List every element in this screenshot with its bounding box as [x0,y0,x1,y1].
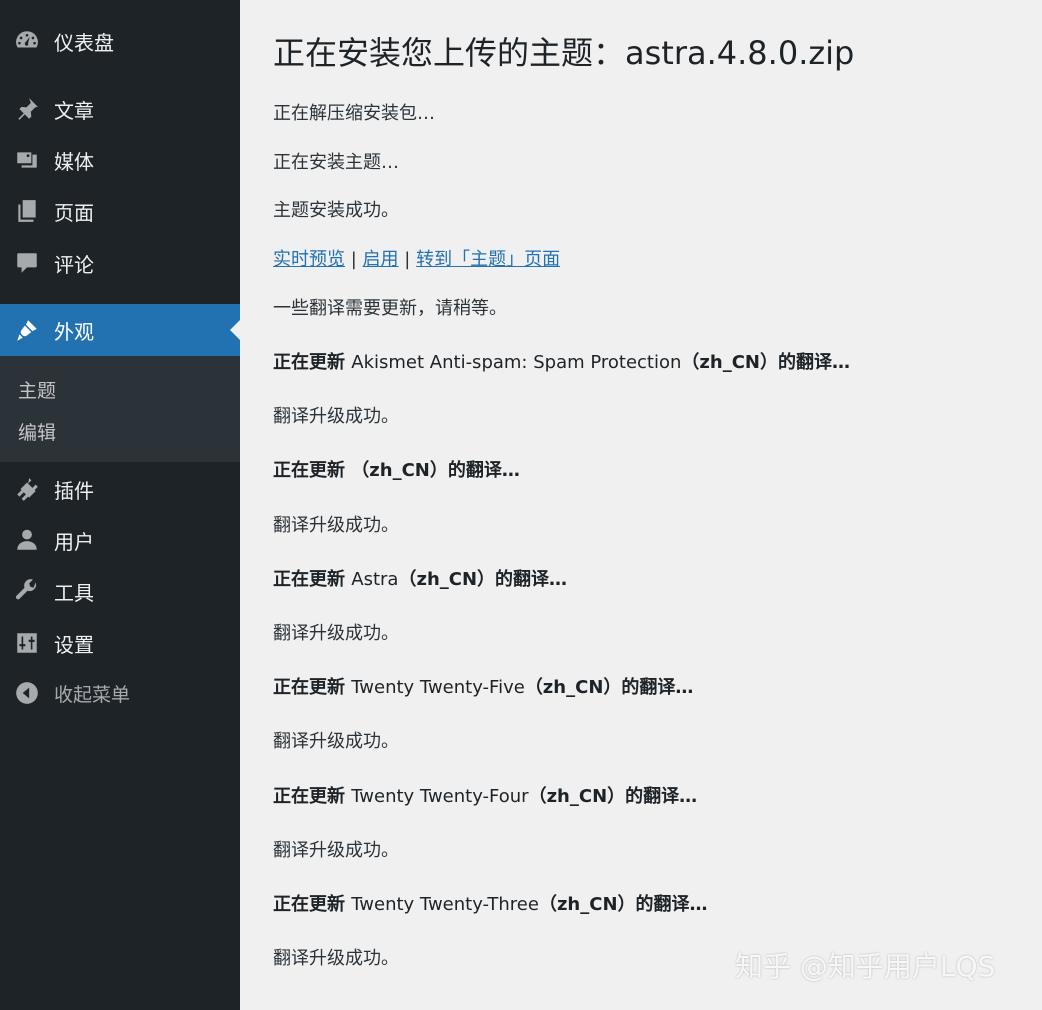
menu-tools[interactable]: 工具 [0,566,240,616]
update-result: 翻译升级成功。 [273,623,399,644]
status-success: 主题安装成功。 [273,200,399,221]
themes-page-link[interactable]: 转到「主题」页面 [416,249,560,270]
menu-comments[interactable]: 评论 [0,238,240,288]
page-title: 正在安装您上传的主题：astra.4.8.0.zip [273,34,855,72]
update-suffix: （zh_CN）的翻译… [528,786,698,807]
pages-icon [13,197,41,225]
menu-label: 用户 [54,529,94,554]
menu-settings[interactable]: 设置 [0,618,240,668]
status-unpacking: 正在解压缩安装包… [273,103,435,124]
update-suffix: （zh_CN）的翻译… [538,894,708,915]
watermark: 知乎 @知乎用户LQS [735,950,996,983]
update-result: 翻译升级成功。 [273,948,399,969]
menu-label: 媒体 [54,149,94,174]
user-icon [13,526,41,554]
link-separator: | [350,249,357,270]
menu-pages[interactable]: 页面 [0,186,240,236]
admin-sidebar: 仪表盘 文章 媒体 页面 评论 外观 主题 编辑 插件 用户 工具 设置 收起菜… [0,0,240,1010]
update-result: 翻译升级成功。 [273,515,399,536]
menu-plugins[interactable]: 插件 [0,464,240,514]
update-prefix: 正在更新 [273,460,345,481]
translation-notice: 一些翻译需要更新，请稍等。 [273,298,507,319]
menu-label: 设置 [54,632,94,657]
update-heading: 正在更新 Akismet Anti-spam: Spam Protection（… [273,348,850,374]
update-name: Akismet Anti-spam: Spam Protection [351,352,682,373]
update-suffix: （zh_CN）的翻译… [351,460,520,481]
menu-label: 外观 [54,319,94,344]
update-heading: 正在更新 Astra（zh_CN）的翻译… [273,565,567,591]
submenu-editor[interactable]: 编辑 [18,418,56,445]
dashboard-icon [13,27,41,55]
menu-label: 页面 [54,200,94,225]
update-suffix: （zh_CN）的翻译… [398,569,568,590]
update-name: Twenty Twenty-Three [351,894,539,915]
status-installing: 正在安装主题… [273,152,399,173]
update-result: 翻译升级成功。 [273,731,399,752]
update-prefix: 正在更新 [273,352,345,373]
update-heading: 正在更新 Twenty Twenty-Three（zh_CN）的翻译… [273,890,708,916]
menu-label: 评论 [54,252,94,277]
media-icon [13,146,41,174]
action-links: 实时预览 | 启用 | 转到「主题」页面 [273,245,560,271]
menu-collapse[interactable]: 收起菜单 [0,668,240,718]
update-name: Astra [351,569,399,590]
update-prefix: 正在更新 [273,677,345,698]
pin-icon [13,95,41,123]
menu-dashboard[interactable]: 仪表盘 [0,16,240,66]
menu-label: 插件 [54,478,94,503]
menu-label: 收起菜单 [54,683,131,706]
update-result: 翻译升级成功。 [273,840,399,861]
plugin-icon [13,475,41,503]
update-prefix: 正在更新 [273,894,345,915]
update-suffix: （zh_CN）的翻译… [524,677,694,698]
update-heading: 正在更新 （zh_CN）的翻译… [273,456,520,482]
menu-label: 仪表盘 [54,30,114,55]
update-result: 翻译升级成功。 [273,406,399,427]
update-suffix: （zh_CN）的翻译… [681,352,850,373]
activate-link[interactable]: 启用 [363,249,399,270]
menu-posts[interactable]: 文章 [0,84,240,134]
collapse-icon [13,679,41,707]
submenu-themes[interactable]: 主题 [18,376,56,403]
menu-appearance[interactable]: 外观 [0,304,240,356]
link-separator: | [404,249,411,270]
update-heading: 正在更新 Twenty Twenty-Four（zh_CN）的翻译… [273,782,697,808]
update-name: Twenty Twenty-Four [351,786,529,807]
settings-icon [13,629,41,657]
live-preview-link[interactable]: 实时预览 [273,249,345,270]
update-prefix: 正在更新 [273,569,345,590]
wrench-icon [13,577,41,605]
update-name: Twenty Twenty-Five [351,677,525,698]
appearance-submenu: 主题 编辑 [0,356,240,462]
menu-media[interactable]: 媒体 [0,135,240,185]
menu-users[interactable]: 用户 [0,515,240,565]
menu-label: 工具 [54,580,94,605]
paintbrush-icon [13,316,41,344]
comment-icon [13,249,41,277]
update-heading: 正在更新 Twenty Twenty-Five（zh_CN）的翻译… [273,673,693,699]
menu-label: 文章 [54,98,94,123]
update-prefix: 正在更新 [273,786,345,807]
